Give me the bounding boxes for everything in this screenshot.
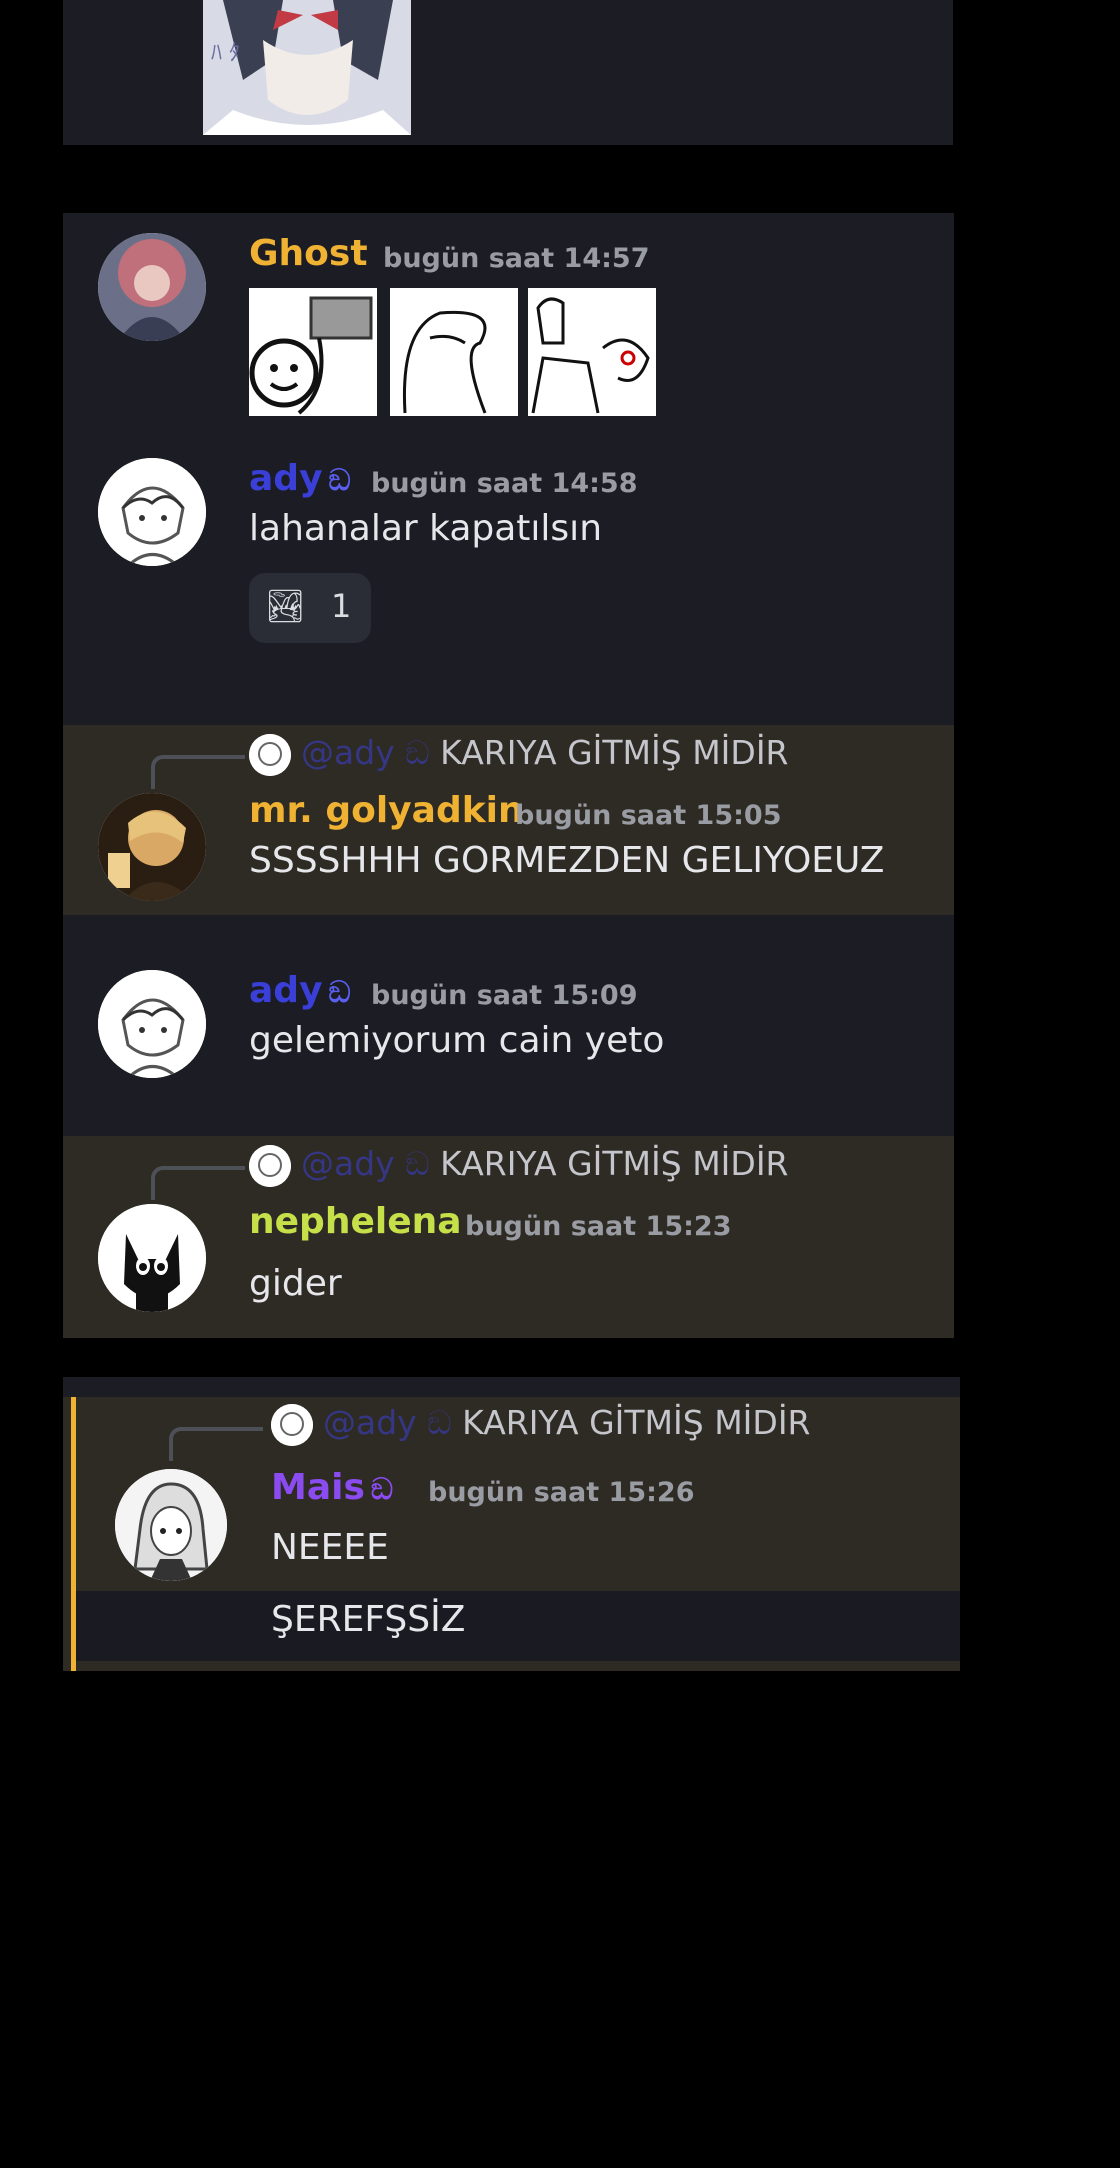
followup-text: ŞEREFŞSİZ [271, 1599, 466, 1640]
message-golyadkin: @ady ඞ KARIYA GİTMİŞ MİDİR mr. golyadkin… [63, 725, 954, 915]
reaction-count: 1 [331, 587, 352, 625]
author-name[interactable]: Mais ඞ [271, 1467, 393, 1508]
timestamp: bugün saat 15:23 [465, 1211, 732, 1242]
chat-panel: Ghost bugün saat 14:57 ady ඞ bugün saat 1… [63, 213, 954, 1338]
author-name[interactable]: Ghost [249, 233, 368, 274]
previous-message-panel: ﾊ ﾀ [63, 0, 953, 145]
author-name[interactable]: ady ඞ [249, 970, 351, 1011]
message-ady-2: ady ඞ bugün saat 15:09 gelemiyorum cain y… [63, 965, 954, 1115]
reply-mention[interactable]: @ady [301, 733, 395, 772]
author-name[interactable]: nephelena [249, 1201, 462, 1242]
park-emoji-icon: 🏞 [265, 587, 306, 625]
reply-text: KARIYA GİTMİŞ MİDİR [462, 1403, 811, 1442]
avatar[interactable] [98, 458, 206, 566]
message-ghost: Ghost bugün saat 14:57 [63, 213, 954, 438]
svg-text:ﾊ ﾀ: ﾊ ﾀ [211, 41, 240, 66]
reply-avatar [249, 1144, 291, 1187]
message-mais: @ady ඞ KARIYA GİTMİŞ MİDİR Mais ඞ bugün s… [63, 1397, 960, 1671]
avatar[interactable] [115, 1469, 227, 1581]
author-name-text[interactable]: ady [249, 970, 323, 1011]
reaction-button[interactable]: 🏞 1 [249, 573, 371, 643]
message-ady-1: ady ඞ bugün saat 14:58 lahanalar kapatıls… [63, 438, 954, 738]
message-text: gider [249, 1263, 342, 1304]
anime-image-attachment[interactable]: ﾊ ﾀ [203, 0, 411, 135]
chat-panel-bottom: @ady ඞ KARIYA GİTMİŞ MİDİR Mais ඞ bugün s… [63, 1377, 960, 1671]
reply-text: KARIYA GİTMİŞ MİDİR [440, 733, 789, 772]
pointing-sketch-sticker[interactable] [528, 288, 656, 416]
message-text: NEEEE [271, 1527, 389, 1568]
message-nephelena: @ady ඞ KARIYA GİTMİŞ MİDİR nephelena bug… [63, 1136, 954, 1338]
reply-preview[interactable]: @ady ඞ KARIYA GİTMİŞ MİDİR [271, 1403, 810, 1446]
reply-connector [169, 1427, 263, 1461]
message-text: SSSSHHH GORMEZDEN GELIYOEUZ [249, 840, 885, 881]
reply-mention[interactable]: @ady [301, 1144, 395, 1183]
role-badge-icon: ඞ [328, 463, 351, 498]
author-name[interactable]: mr. golyadkin [249, 790, 524, 831]
message-text: gelemiyorum cain yeto [249, 1020, 665, 1061]
teapot-face-sticker[interactable] [249, 288, 377, 416]
role-badge-icon: ඞ [394, 1144, 441, 1183]
role-badge-icon: ඞ [328, 975, 351, 1010]
timestamp: bugün saat 15:26 [428, 1477, 695, 1508]
author-name[interactable]: ady ඞ [249, 458, 351, 499]
author-name-text[interactable]: Mais [271, 1467, 365, 1508]
reply-preview[interactable]: @ady ඞ KARIYA GİTMİŞ MİDİR [249, 1144, 788, 1187]
timestamp: bugün saat 15:09 [371, 980, 638, 1011]
avatar[interactable] [98, 793, 206, 901]
reply-avatar [249, 733, 291, 776]
followup-row: ŞEREFŞSİZ [76, 1591, 960, 1661]
reply-connector [151, 1166, 245, 1200]
timestamp: bugün saat 14:58 [371, 468, 638, 499]
reply-avatar [271, 1403, 313, 1446]
role-badge-icon: ඞ [416, 1403, 463, 1442]
reply-text: KARIYA GİTMİŞ MİDİR [440, 1144, 789, 1183]
role-badge-icon: ඞ [370, 1472, 394, 1507]
timestamp: bugün saat 14:57 [383, 243, 650, 274]
reply-mention[interactable]: @ady [323, 1403, 417, 1442]
role-badge-icon: ඞ [394, 733, 441, 772]
avatar[interactable] [98, 1204, 206, 1312]
timestamp: bugün saat 15:05 [515, 800, 782, 831]
author-name-text[interactable]: ady [249, 458, 323, 499]
reply-preview[interactable]: @ady ඞ KARIYA GİTMİŞ MİDİR [249, 733, 788, 776]
message-text: lahanalar kapatılsın [249, 508, 603, 549]
reply-connector [151, 755, 245, 789]
avatar[interactable] [98, 970, 206, 1078]
avatar[interactable] [98, 233, 206, 341]
blob-sketch-sticker[interactable] [390, 288, 518, 416]
